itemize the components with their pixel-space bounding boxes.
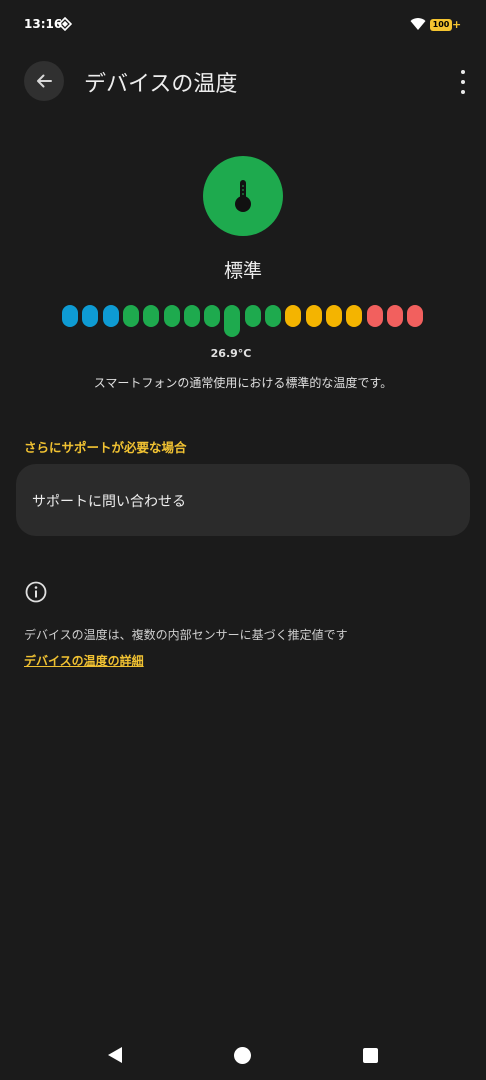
nav-recents-button[interactable] [363, 1048, 378, 1063]
temperature-scale-indicator [224, 305, 241, 337]
nav-back-button[interactable] [106, 1046, 124, 1064]
nav-home-button[interactable] [234, 1047, 251, 1064]
temperature-scale-segment [102, 305, 119, 327]
temperature-scale-segment [183, 305, 200, 327]
info-icon [25, 581, 47, 603]
temperature-scale-segment [143, 305, 160, 327]
battery-icon: 100 + [430, 18, 461, 31]
temperature-status-label: 標準 [223, 260, 262, 282]
thermometer-icon [235, 180, 251, 212]
temperature-scale-segment [244, 305, 261, 327]
temperature-scale [62, 305, 424, 337]
temperature-scale-segment [325, 305, 342, 327]
page-title: デバイスの温度 [84, 72, 238, 97]
temperature-scale-segment [204, 305, 221, 327]
thermometer-badge [203, 156, 283, 236]
temperature-scale-segment [163, 305, 180, 327]
signal-icon [58, 17, 72, 31]
temperature-scale-segment [407, 305, 424, 327]
arrow-left-icon [37, 74, 52, 88]
temperature-scale-segment [265, 305, 281, 327]
temperature-scale-segment [122, 305, 139, 327]
temperature-scale-segment [82, 305, 99, 327]
temperature-value: 26.9°C [210, 347, 252, 360]
temperature-details-link[interactable]: デバイスの温度の詳細 [24, 652, 144, 669]
status-bar: 13:16 100 + [0, 0, 486, 52]
contact-support-label: サポートに問い合わせる [32, 494, 186, 510]
temperature-scale-segment [62, 305, 78, 327]
temperature-scale-segment [285, 305, 302, 327]
temperature-scale-segment [366, 305, 383, 327]
more-options-button[interactable] [452, 70, 474, 94]
temperature-description: スマートフォンの通常使用における標準的な温度です。 [93, 376, 393, 390]
temperature-scale-segment [305, 305, 322, 327]
back-button[interactable] [24, 61, 64, 101]
more-vert-icon [461, 70, 465, 74]
wifi-icon [410, 18, 426, 30]
status-time: 13:16 [24, 17, 63, 31]
contact-support-button[interactable]: サポートに問い合わせる [16, 464, 470, 536]
battery-level: 100 [432, 20, 450, 29]
support-section-header: さらにサポートが必要な場合 [24, 440, 187, 455]
temperature-scale-segment [346, 305, 363, 327]
temperature-footnote: デバイスの温度は、複数の内部センサーに基づく推定値です [24, 628, 348, 642]
temperature-scale-segment [386, 305, 403, 327]
